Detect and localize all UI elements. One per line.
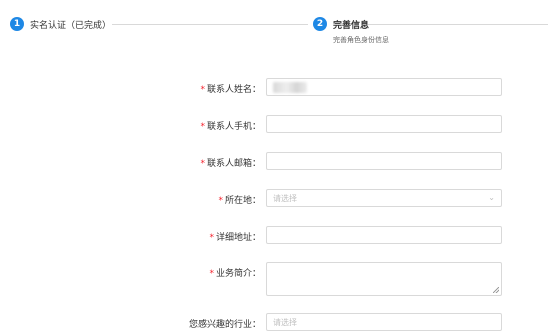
location-select[interactable]: 请选择 ⌄ [266, 189, 502, 207]
step-1-title: 实名认证（已完成） [30, 21, 112, 31]
redacted-name-value [273, 82, 307, 93]
contact-email-input[interactable] [266, 152, 502, 170]
step-1-number: 1 [10, 17, 24, 31]
business-intro-label-text: 业务简介： [215, 269, 261, 279]
industry-placeholder: 请选择 [273, 318, 297, 327]
industry-label: 您感兴趣的行业： [189, 317, 261, 330]
contact-name-input[interactable] [266, 78, 502, 96]
required-mark: * [218, 196, 223, 206]
step-2-title: 完善信息 [333, 21, 370, 31]
address-input[interactable] [266, 226, 502, 244]
required-mark: * [209, 233, 214, 243]
contact-name-label: * 联系人姓名： [200, 82, 261, 95]
step-connector-line [112, 24, 308, 25]
location-placeholder: 请选择 [273, 194, 297, 203]
contact-name-label-text: 联系人姓名： [206, 85, 261, 95]
contact-email-label-text: 联系人邮箱： [206, 159, 261, 169]
step-2-line [368, 24, 548, 25]
step-2-number: 2 [313, 17, 327, 31]
step-2-description: 完善角色身份信息 [333, 36, 389, 44]
location-label: * 所在地： [218, 193, 261, 206]
required-mark: * [209, 269, 214, 279]
chevron-down-icon: ⌄ [488, 193, 495, 202]
location-label-text: 所在地： [224, 196, 261, 206]
required-mark: * [200, 122, 205, 132]
required-mark: * [200, 85, 205, 95]
contact-phone-label: * 联系人手机： [200, 119, 261, 132]
contact-email-label: * 联系人邮箱： [200, 156, 261, 169]
steps-progress: 1 实名认证（已完成） 2 完善信息 完善角色身份信息 [0, 0, 556, 60]
business-intro-label: * 业务简介： [209, 266, 261, 279]
address-label: * 详细地址： [209, 230, 261, 243]
industry-select[interactable]: 请选择 [266, 313, 502, 331]
contact-phone-input[interactable] [266, 115, 502, 133]
industry-label-text: 您感兴趣的行业： [188, 320, 261, 330]
contact-phone-label-text: 联系人手机： [206, 122, 261, 132]
business-intro-textarea[interactable] [266, 262, 502, 296]
address-label-text: 详细地址： [215, 233, 261, 243]
resize-handle-icon[interactable] [493, 287, 499, 293]
required-mark: * [200, 159, 205, 169]
